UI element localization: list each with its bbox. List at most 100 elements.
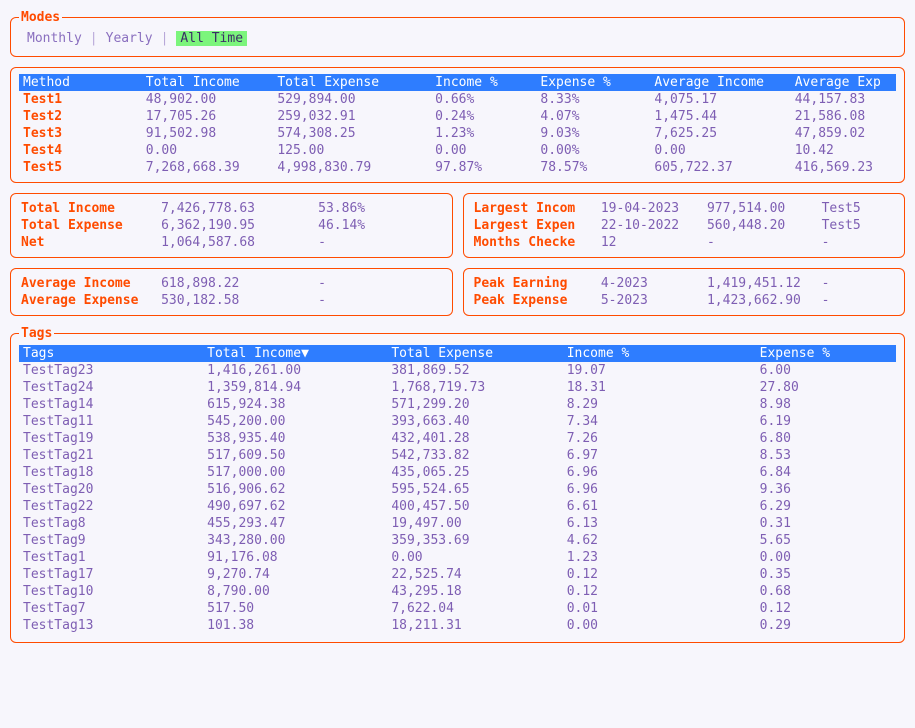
table-row[interactable]: TestTag20516,906.62595,524.656.969.36 [19, 481, 896, 498]
tags-header-row[interactable]: Tags Total Income▼ Total Expense Income … [19, 345, 896, 362]
totals-left-table: Total Income7,426,778.6353.86%Total Expe… [19, 200, 444, 251]
table-row[interactable]: TestTag11545,200.00393,663.407.346.19 [19, 413, 896, 430]
table-row[interactable]: TestTag18517,000.00435,065.256.966.84 [19, 464, 896, 481]
cell: 0.00 [650, 142, 790, 159]
methods-table: Method Total Income Total Expense Income… [19, 74, 896, 176]
cell: 1,768,719.73 [387, 379, 562, 396]
kv-value: - [316, 275, 443, 292]
kv-value: - [820, 234, 896, 251]
cell: 1,416,261.00 [203, 362, 387, 379]
kv-value: 46.14% [316, 217, 443, 234]
row-label: Test3 [19, 125, 142, 142]
kv-row: Peak Earning4-20231,419,451.12- [472, 275, 897, 292]
kv-row: Months Checke12-- [472, 234, 897, 251]
tags-panel: Tags Tags Total Income▼ Total Expense In… [10, 326, 905, 643]
cell: 542,733.82 [387, 447, 562, 464]
row-label: TestTag7 [19, 600, 203, 617]
row-label: Test1 [19, 91, 142, 108]
kv-value: 12 [599, 234, 705, 251]
col-tags-income-pct[interactable]: Income % [563, 345, 756, 362]
cell: 5.65 [756, 532, 896, 549]
cell: 1.23% [431, 125, 536, 142]
table-row[interactable]: Test217,705.26259,032.910.24%4.07%1,475.… [19, 108, 896, 125]
kv-row: Total Expense6,362,190.9546.14% [19, 217, 444, 234]
table-row[interactable]: TestTag179,270.7422,525.740.120.35 [19, 566, 896, 583]
col-method[interactable]: Method [19, 74, 142, 91]
kv-value: 530,182.58 [159, 292, 316, 309]
col-tags[interactable]: Tags [19, 345, 203, 362]
cell: 490,697.62 [203, 498, 387, 515]
row-label: Test5 [19, 159, 142, 176]
col-avg-expense[interactable]: Average Exp [791, 74, 896, 91]
cell: 516,906.62 [203, 481, 387, 498]
col-tags-total-expense[interactable]: Total Expense [387, 345, 562, 362]
table-row[interactable]: TestTag19538,935.40432,401.287.266.80 [19, 430, 896, 447]
cell: 0.35 [756, 566, 896, 583]
cell: 6.84 [756, 464, 896, 481]
cell: 9.36 [756, 481, 896, 498]
cell: 18,211.31 [387, 617, 562, 634]
table-row[interactable]: Test148,902.00529,894.000.66%8.33%4,075.… [19, 91, 896, 108]
col-income-pct[interactable]: Income % [431, 74, 536, 91]
mode-tab-all-time[interactable]: All Time [168, 31, 255, 46]
kv-label: Average Income [19, 275, 159, 292]
kv-row: Total Income7,426,778.6353.86% [19, 200, 444, 217]
table-row[interactable]: TestTag7517.507,622.040.010.12 [19, 600, 896, 617]
table-row[interactable]: TestTag241,359,814.941,768,719.7318.3127… [19, 379, 896, 396]
cell: 0.00 [387, 549, 562, 566]
table-row[interactable]: TestTag22490,697.62400,457.506.616.29 [19, 498, 896, 515]
kv-value: 560,448.20 [705, 217, 820, 234]
cell: 538,935.40 [203, 430, 387, 447]
avg-right-table: Peak Earning4-20231,419,451.12-Peak Expe… [472, 275, 897, 309]
table-row[interactable]: TestTag21517,609.50542,733.826.978.53 [19, 447, 896, 464]
table-row[interactable]: TestTag9343,280.00359,353.694.625.65 [19, 532, 896, 549]
methods-header-row[interactable]: Method Total Income Total Expense Income… [19, 74, 896, 91]
kv-row: Largest Expen22-10-2022560,448.20Test5 [472, 217, 897, 234]
cell: 400,457.50 [387, 498, 562, 515]
table-row[interactable]: TestTag231,416,261.00381,869.5219.076.00 [19, 362, 896, 379]
col-avg-income[interactable]: Average Income [650, 74, 790, 91]
col-total-income[interactable]: Total Income [142, 74, 274, 91]
col-total-expense[interactable]: Total Expense [273, 74, 431, 91]
cell: 19,497.00 [387, 515, 562, 532]
row-label: TestTag17 [19, 566, 203, 583]
cell: 43,295.18 [387, 583, 562, 600]
kv-value: 618,898.22 [159, 275, 316, 292]
row-label: TestTag1 [19, 549, 203, 566]
cell: 359,353.69 [387, 532, 562, 549]
cell: 6.61 [563, 498, 756, 515]
cell: 44,157.83 [791, 91, 896, 108]
row-label: TestTag10 [19, 583, 203, 600]
cell: 6.29 [756, 498, 896, 515]
col-tags-total-income[interactable]: Total Income▼ [203, 345, 387, 362]
cell: 574,308.25 [273, 125, 431, 142]
row-label: TestTag14 [19, 396, 203, 413]
kv-value: 53.86% [316, 200, 443, 217]
table-row[interactable]: Test40.00125.000.000.00%0.0010.42 [19, 142, 896, 159]
row-label: TestTag20 [19, 481, 203, 498]
mode-tab-yearly[interactable]: Yearly [98, 31, 161, 46]
mode-tab-monthly[interactable]: Monthly [19, 31, 90, 46]
col-tags-expense-pct[interactable]: Expense % [756, 345, 896, 362]
cell: 517,609.50 [203, 447, 387, 464]
mode-tab-label: All Time [176, 31, 247, 46]
table-row[interactable]: Test391,502.98574,308.251.23%9.03%7,625.… [19, 125, 896, 142]
cell: 0.00 [142, 142, 274, 159]
cell: 0.29 [756, 617, 896, 634]
cell: 8,790.00 [203, 583, 387, 600]
cell: 6.13 [563, 515, 756, 532]
table-row[interactable]: TestTag108,790.0043,295.180.120.68 [19, 583, 896, 600]
cell: 343,280.00 [203, 532, 387, 549]
kv-value: 1,423,662.90 [705, 292, 820, 309]
kv-value: - [705, 234, 820, 251]
col-expense-pct[interactable]: Expense % [536, 74, 650, 91]
table-row[interactable]: Test57,268,668.394,998,830.7997.87%78.57… [19, 159, 896, 176]
table-row[interactable]: TestTag13101.3818,211.310.000.29 [19, 617, 896, 634]
kv-value: 1,064,587.68 [159, 234, 316, 251]
table-row[interactable]: TestTag191,176.080.001.230.00 [19, 549, 896, 566]
table-row[interactable]: TestTag14615,924.38571,299.208.298.98 [19, 396, 896, 413]
cell: 48,902.00 [142, 91, 274, 108]
modes-panel: Modes Monthly|Yearly|All Time [10, 10, 905, 57]
cell: 17,705.26 [142, 108, 274, 125]
table-row[interactable]: TestTag8455,293.4719,497.006.130.31 [19, 515, 896, 532]
